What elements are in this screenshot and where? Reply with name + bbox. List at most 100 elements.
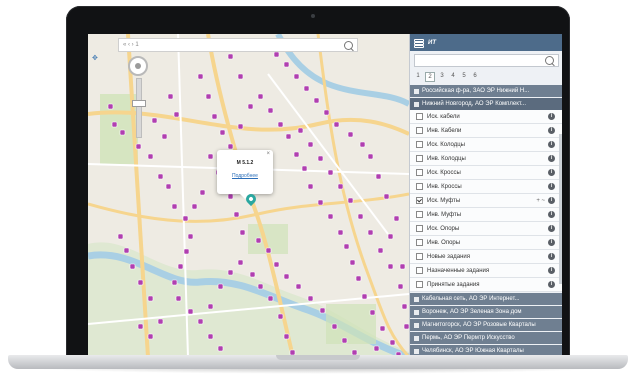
layer-checkbox[interactable] — [416, 141, 423, 148]
map-marker-icon[interactable] — [337, 229, 344, 236]
info-icon[interactable]: i — [548, 281, 555, 288]
zoom-slider[interactable] — [136, 78, 142, 138]
layer-edit-controls[interactable]: + ~ — [536, 198, 545, 204]
layer-checkbox[interactable] — [416, 155, 423, 162]
map-marker-icon[interactable] — [161, 133, 168, 140]
layer-item[interactable]: Новые задания i — [410, 250, 562, 264]
map-marker-icon[interactable] — [151, 117, 158, 124]
map-marker-icon[interactable] — [317, 199, 324, 206]
page-button[interactable]: 5 — [460, 72, 468, 80]
map-marker-icon[interactable] — [341, 337, 348, 344]
map-marker-icon[interactable] — [327, 213, 334, 220]
map-marker-icon[interactable] — [393, 215, 400, 222]
map-marker-icon[interactable] — [399, 263, 406, 270]
layer-item[interactable]: Инв. Кроссы i — [410, 180, 562, 194]
map-marker-icon[interactable] — [383, 193, 390, 200]
pan-control[interactable] — [128, 56, 148, 76]
map-marker-icon[interactable] — [313, 97, 320, 104]
layer-checkbox[interactable] — [416, 197, 423, 204]
map-marker-icon[interactable] — [285, 133, 292, 140]
map-marker-icon[interactable] — [323, 109, 330, 116]
map-marker-icon[interactable] — [333, 121, 340, 128]
map-marker-icon[interactable] — [205, 93, 212, 100]
map-marker-icon[interactable] — [337, 183, 344, 190]
map-search-input[interactable]: « ‹ › 1 — [118, 38, 358, 52]
map-marker-icon[interactable] — [293, 73, 300, 80]
map-marker-icon[interactable] — [217, 345, 224, 352]
map-marker-icon[interactable] — [347, 131, 354, 138]
map-marker-icon[interactable] — [177, 263, 184, 270]
map-marker-icon[interactable] — [199, 189, 206, 196]
layer-checkbox[interactable] — [416, 183, 423, 190]
map-marker-icon[interactable] — [207, 303, 214, 310]
group-toggle-icon[interactable] — [414, 309, 419, 315]
map-marker-icon[interactable] — [331, 323, 338, 330]
layer-group-header[interactable]: Пермь, АО ЭР Пермтр Искусство — [410, 332, 562, 344]
layer-item[interactable]: Иск. Муфты + ~ i — [410, 194, 562, 208]
map-marker-icon[interactable] — [129, 263, 136, 270]
map-marker-icon[interactable] — [247, 103, 254, 110]
info-icon[interactable]: i — [548, 225, 555, 232]
map-marker-icon[interactable] — [167, 93, 174, 100]
group-toggle-icon[interactable] — [414, 322, 419, 328]
map-marker-icon[interactable] — [249, 271, 256, 278]
map-marker-icon[interactable] — [173, 111, 180, 118]
map-marker-icon[interactable] — [359, 141, 366, 148]
map-marker-icon[interactable] — [319, 307, 326, 314]
info-icon[interactable]: i — [548, 183, 555, 190]
layer-group-header[interactable]: Российская ф-ра, ЗАО ЭР Нижний Н... — [410, 85, 562, 97]
layer-checkbox[interactable] — [416, 281, 423, 288]
map-marker-icon[interactable] — [237, 123, 244, 130]
layer-item[interactable]: Инв. Муфты i — [410, 208, 562, 222]
map-marker-icon[interactable] — [273, 261, 280, 268]
map-marker-icon[interactable] — [191, 203, 198, 210]
layer-group-header[interactable]: Магнитогорск, АО ЭР Розовые Кварталы — [410, 319, 562, 331]
map-marker-icon[interactable] — [157, 173, 164, 180]
page-button[interactable]: 1 — [414, 72, 422, 80]
map-marker-icon[interactable] — [265, 247, 272, 254]
map-marker-icon[interactable] — [377, 247, 384, 254]
map-marker-icon[interactable] — [349, 259, 356, 266]
map-marker-icon[interactable] — [171, 279, 178, 286]
map-marker-icon[interactable] — [343, 243, 350, 250]
map-marker-icon[interactable] — [217, 283, 224, 290]
info-icon[interactable]: i — [548, 141, 555, 148]
move-tool-icon[interactable]: ✥ — [92, 54, 98, 62]
page-button[interactable]: 4 — [449, 72, 457, 80]
map-marker-icon[interactable] — [273, 51, 280, 58]
map-marker-icon[interactable] — [117, 233, 124, 240]
group-toggle-icon[interactable] — [414, 101, 419, 107]
map-marker-icon[interactable] — [397, 283, 404, 290]
popup-details-link[interactable]: Подробнее — [217, 173, 273, 179]
layer-item[interactable]: Принятые задания i — [410, 278, 562, 292]
map-marker-icon[interactable] — [227, 53, 234, 60]
map-marker-icon[interactable] — [317, 155, 324, 162]
map-marker-icon[interactable] — [147, 153, 154, 160]
info-icon[interactable]: i — [548, 197, 555, 204]
layer-checkbox[interactable] — [416, 253, 423, 260]
map-marker-icon[interactable] — [227, 193, 234, 200]
info-icon[interactable]: i — [548, 253, 555, 260]
info-icon[interactable]: i — [548, 113, 555, 120]
map-marker-icon[interactable] — [295, 283, 302, 290]
map-marker-icon[interactable] — [123, 247, 130, 254]
map-marker-icon[interactable] — [307, 295, 314, 302]
map-marker-icon[interactable] — [137, 279, 144, 286]
search-icon[interactable] — [545, 56, 554, 65]
map-marker-icon[interactable] — [197, 318, 204, 325]
info-icon[interactable]: i — [548, 155, 555, 162]
layer-checkbox[interactable] — [416, 267, 423, 274]
map-marker-icon[interactable] — [355, 275, 362, 282]
map-marker-icon[interactable] — [107, 103, 114, 110]
map-marker-icon[interactable] — [147, 333, 154, 340]
map-marker-icon[interactable] — [237, 259, 244, 266]
layer-checkbox[interactable] — [416, 113, 423, 120]
map-marker-icon[interactable] — [157, 318, 164, 325]
layer-search-input[interactable] — [414, 54, 559, 67]
map-marker-icon[interactable] — [293, 151, 300, 158]
layer-item[interactable]: Инв. Опоры i — [410, 236, 562, 250]
map-marker-icon[interactable] — [227, 269, 234, 276]
layer-checkbox[interactable] — [416, 169, 423, 176]
zoom-slider-handle[interactable] — [132, 100, 146, 107]
map-marker-icon[interactable] — [387, 233, 394, 240]
